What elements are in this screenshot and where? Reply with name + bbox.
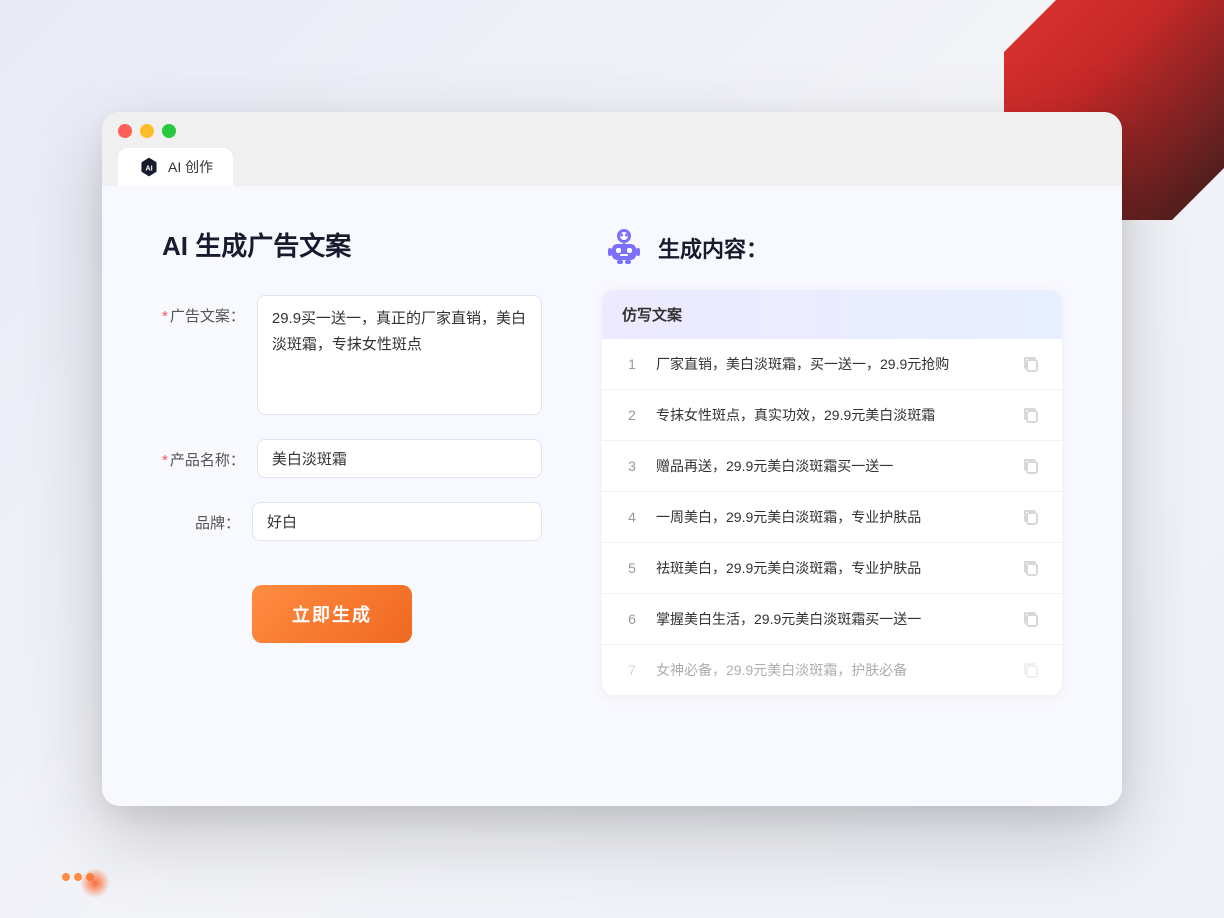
required-star-2: * — [162, 452, 168, 469]
right-title: 生成内容： — [658, 232, 768, 264]
copy-icon — [1022, 559, 1040, 577]
row-text: 掌握美白生活，29.9元美白淡斑霜买一送一 — [656, 609, 1006, 630]
table-row: 3 赠品再送，29.9元美白淡斑霜买一送一 — [602, 441, 1062, 492]
ai-creation-tab[interactable]: AI AI 创作 — [118, 148, 233, 186]
row-text: 一周美白，29.9元美白淡斑霜，专业护肤品 — [656, 507, 1006, 528]
table-row: 7 女神必备，29.9元美白淡斑霜，护肤必备 — [602, 645, 1062, 695]
browser-chrome: AI AI 创作 — [102, 112, 1122, 186]
table-header: 仿写文案 — [602, 290, 1062, 339]
copy-icon — [1022, 355, 1040, 373]
row-number: 4 — [622, 509, 642, 525]
ad-copy-group: *广告文案： — [162, 295, 542, 415]
row-text: 厂家直销，美白淡斑霜，买一送一，29.9元抢购 — [656, 354, 1006, 375]
ad-copy-input[interactable] — [257, 295, 542, 415]
copy-button[interactable] — [1020, 659, 1042, 681]
copy-button[interactable] — [1020, 353, 1042, 375]
row-number: 2 — [622, 407, 642, 423]
required-star-1: * — [162, 308, 168, 325]
tab-bar: AI AI 创作 — [118, 148, 1106, 186]
copy-icon — [1022, 406, 1040, 424]
copy-icon — [1022, 457, 1040, 475]
table-row: 6 掌握美白生活，29.9元美白淡斑霜买一送一 — [602, 594, 1062, 645]
copy-button[interactable] — [1020, 506, 1042, 528]
table-row: 2 专抹女性斑点，真实功效，29.9元美白淡斑霜 — [602, 390, 1062, 441]
svg-text:AI: AI — [145, 164, 152, 173]
maximize-button[interactable] — [162, 124, 176, 138]
ai-tab-icon: AI — [138, 156, 160, 178]
copy-icon — [1022, 661, 1040, 679]
window-controls — [118, 124, 1106, 138]
row-text: 女神必备，29.9元美白淡斑霜，护肤必备 — [656, 660, 1006, 681]
tab-label: AI 创作 — [168, 157, 213, 177]
row-text: 专抹女性斑点，真实功效，29.9元美白淡斑霜 — [656, 405, 1006, 426]
row-number: 7 — [622, 662, 642, 678]
close-button[interactable] — [118, 124, 132, 138]
ad-copy-label: *广告文案： — [162, 295, 257, 326]
copy-button[interactable] — [1020, 404, 1042, 426]
results-table: 仿写文案 1 厂家直销，美白淡斑霜，买一送一，29.9元抢购 2 专抹女性斑点，… — [602, 290, 1062, 695]
row-text: 赠品再送，29.9元美白淡斑霜买一送一 — [656, 456, 1006, 477]
right-header: 生成内容： — [602, 226, 1062, 270]
page-title: AI 生成广告文案 — [162, 226, 542, 263]
copy-icon — [1022, 610, 1040, 628]
table-row: 4 一周美白，29.9元美白淡斑霜，专业护肤品 — [602, 492, 1062, 543]
browser-window: AI AI 创作 AI 生成广告文案 *广告文案： *产品名称： — [102, 112, 1122, 806]
right-panel: 生成内容： 仿写文案 1 厂家直销，美白淡斑霜，买一送一，29.9元抢购 2 专… — [602, 226, 1062, 756]
brand-label: 品牌： — [162, 502, 252, 533]
brand-input[interactable] — [252, 502, 542, 541]
browser-content: AI 生成广告文案 *广告文案： *产品名称： 品牌： 立 — [102, 186, 1122, 806]
left-panel: AI 生成广告文案 *广告文案： *产品名称： 品牌： 立 — [162, 226, 542, 756]
copy-icon — [1022, 508, 1040, 526]
brand-group: 品牌： — [162, 502, 542, 541]
copy-button[interactable] — [1020, 455, 1042, 477]
product-name-label: *产品名称： — [162, 439, 257, 470]
row-number: 1 — [622, 356, 642, 372]
row-number: 6 — [622, 611, 642, 627]
minimize-button[interactable] — [140, 124, 154, 138]
decorative-dots — [60, 870, 96, 888]
product-name-group: *产品名称： — [162, 439, 542, 478]
table-row: 5 祛斑美白，29.9元美白淡斑霜，专业护肤品 — [602, 543, 1062, 594]
copy-button[interactable] — [1020, 608, 1042, 630]
product-name-input[interactable] — [257, 439, 542, 478]
row-number: 3 — [622, 458, 642, 474]
row-text: 祛斑美白，29.9元美白淡斑霜，专业护肤品 — [656, 558, 1006, 579]
copy-button[interactable] — [1020, 557, 1042, 579]
generate-button[interactable]: 立即生成 — [252, 585, 412, 643]
table-row: 1 厂家直销，美白淡斑霜，买一送一，29.9元抢购 — [602, 339, 1062, 390]
robot-icon — [602, 226, 646, 270]
row-number: 5 — [622, 560, 642, 576]
